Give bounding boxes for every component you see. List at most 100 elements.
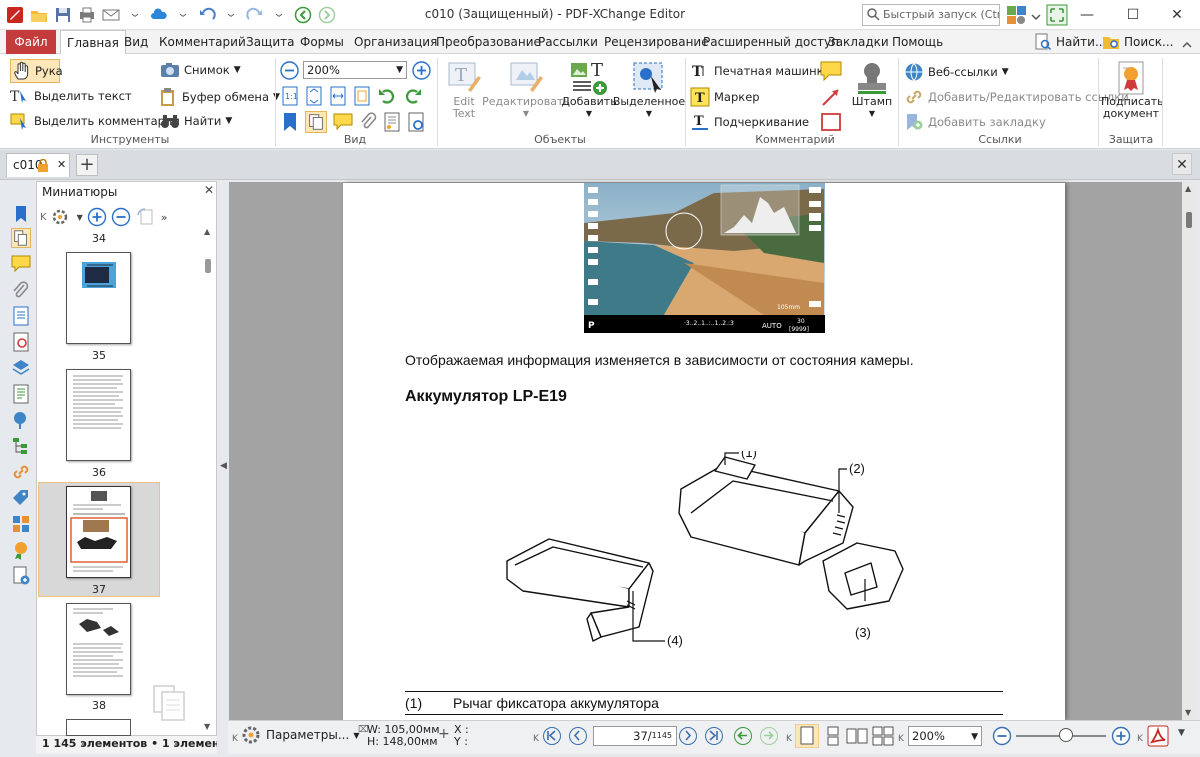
rectangle-button[interactable] <box>820 112 842 135</box>
bookmark-icon[interactable] <box>281 112 299 132</box>
zoom-out-icon[interactable] <box>992 726 1012 746</box>
search-panel-icon[interactable] <box>11 332 31 352</box>
forward-view-button[interactable] <box>760 727 778 745</box>
rotate-right-icon[interactable] <box>403 86 423 106</box>
tab-protect[interactable]: Защита <box>240 30 301 54</box>
content-panel-icon[interactable] <box>11 384 31 404</box>
facing-continuous-icon[interactable] <box>872 726 894 746</box>
destinations-icon[interactable] <box>11 410 31 430</box>
last-page-button[interactable] <box>705 727 723 745</box>
comments-panel-icon[interactable] <box>333 113 353 131</box>
arrow-button[interactable] <box>820 86 842 111</box>
tab-file[interactable]: Файл <box>6 30 56 54</box>
find-menu-button[interactable]: Найти... <box>1034 33 1106 51</box>
scroll-down-icon[interactable]: ▼ <box>204 722 210 731</box>
tab-view[interactable]: Вид <box>118 30 154 54</box>
thumbnail-page-36[interactable] <box>66 369 131 461</box>
page-add-icon[interactable] <box>11 566 31 586</box>
snapshot-button[interactable]: Снимок ▼ <box>160 62 241 78</box>
scroll-thumb[interactable] <box>205 259 211 273</box>
back-view-button[interactable] <box>734 727 752 745</box>
scroll-up-icon[interactable]: ▲ <box>204 227 210 236</box>
sign-document-button[interactable]: Подписать документ <box>1101 60 1164 120</box>
print-icon[interactable] <box>76 4 98 26</box>
first-page-button[interactable] <box>543 727 561 745</box>
rotate-pages-icon[interactable] <box>135 207 157 227</box>
search-menu-button[interactable]: Поиск... <box>1102 33 1173 51</box>
page-settings-icon[interactable] <box>407 112 425 132</box>
rotate-left-icon[interactable] <box>377 86 397 106</box>
scroll-down-icon[interactable]: ▼ <box>1185 708 1191 717</box>
thumbnails-panel-icon[interactable] <box>11 228 31 248</box>
tab-mailings[interactable]: Рассылки <box>532 30 604 54</box>
enlarge-thumbnails-icon[interactable] <box>87 207 107 227</box>
fit-page-icon[interactable] <box>305 86 323 106</box>
stamp-button[interactable]: Штамп ▼ <box>849 60 895 120</box>
bookmarks-panel-icon[interactable] <box>11 204 31 224</box>
document-scrollbar[interactable]: ▲ ▼ <box>1182 182 1197 720</box>
collapse-ribbon-icon[interactable] <box>1182 38 1192 52</box>
fit-width-icon[interactable] <box>329 86 347 106</box>
tab-home[interactable]: Главная <box>60 30 126 55</box>
typewriter-button[interactable]: T Печатная машинка <box>690 62 831 80</box>
pdf-page[interactable]: 105mm P ·3..2..1..:..1..2.:3 AUTO 30 [99… <box>343 183 1065 720</box>
thumbnails-scrollbar[interactable]: ▲ ▼ <box>202 227 214 731</box>
open-folder-icon[interactable] <box>28 4 50 26</box>
chevron-down-icon[interactable]: ▼ <box>1178 728 1185 738</box>
select-comments-button[interactable]: Выделить комментарии <box>10 112 180 130</box>
options-button[interactable]: Параметры... ▼ <box>240 724 359 746</box>
cloud-icon[interactable] <box>148 4 170 26</box>
status-zoom-select[interactable]: 200% ▼ <box>908 726 982 746</box>
new-tab-button[interactable]: + <box>76 154 98 176</box>
close-pane-icon[interactable]: ✕ <box>204 183 214 197</box>
properties-panel-icon[interactable] <box>383 112 401 132</box>
fit-visible-icon[interactable] <box>353 86 371 106</box>
add-button[interactable]: T Добавить ▼ <box>561 60 616 120</box>
tab-convert[interactable]: Преобразование <box>430 30 547 54</box>
comments-list-icon[interactable] <box>11 254 31 274</box>
forward-icon[interactable] <box>316 4 338 26</box>
tab-organize[interactable]: Организация <box>348 30 443 54</box>
next-page-button[interactable] <box>679 727 697 745</box>
document-properties-icon[interactable] <box>11 306 31 326</box>
collapse-pane-icon[interactable]: ◀ <box>220 461 227 471</box>
select-text-button[interactable]: T Выделить текст <box>10 87 132 105</box>
zoom-select[interactable]: 200% ▼ <box>303 61 407 79</box>
chevron-down-icon[interactable]: ▼ <box>77 213 83 222</box>
underline-button[interactable]: T Подчеркивание <box>690 112 809 132</box>
marker-button[interactable]: T Маркер <box>690 87 760 107</box>
clipboard-button[interactable]: Буфер обмена ▼ <box>158 87 280 107</box>
overflow-chevron-icon[interactable]: » <box>161 211 168 224</box>
reduce-thumbnails-icon[interactable] <box>111 207 131 227</box>
add-edit-links-button[interactable]: Добавить/Редактировать ссылки <box>904 87 1129 107</box>
thumbnail-page-39[interactable] <box>66 719 131 736</box>
page-number-input[interactable]: 37/1145 <box>593 726 677 746</box>
hand-tool-button[interactable]: Рука <box>10 59 63 83</box>
fields-icon[interactable] <box>11 514 31 534</box>
app-logo-icon[interactable] <box>4 4 26 26</box>
document-tab[interactable]: с010 ✕ <box>6 153 70 177</box>
add-bookmark-button[interactable]: Добавить закладку <box>904 112 1046 132</box>
redo-icon[interactable] <box>244 4 266 26</box>
attachments-panel-icon[interactable] <box>11 280 31 300</box>
zoom-slider-thumb[interactable] <box>1059 728 1073 742</box>
tab-help[interactable]: Помощь <box>886 30 949 54</box>
undo-icon[interactable] <box>196 4 218 26</box>
layers-panel-icon[interactable] <box>11 358 31 378</box>
thumbnail-page-38[interactable] <box>66 603 131 695</box>
tab-bookmarks[interactable]: Закладки <box>822 30 895 54</box>
scroll-up-icon[interactable]: ▲ <box>1185 184 1191 193</box>
sticky-note-button[interactable] <box>820 60 842 85</box>
pane-splitter[interactable]: ◀ <box>217 181 227 736</box>
email-icon[interactable] <box>100 4 122 26</box>
zoom-in-button[interactable] <box>412 61 431 83</box>
quick-launch-input[interactable]: Быстрый запуск (Ctrl... <box>862 4 1000 26</box>
back-icon[interactable] <box>292 4 314 26</box>
zoom-in-icon[interactable] <box>1111 726 1131 746</box>
minimize-button[interactable]: — <box>1064 0 1110 30</box>
maximize-button[interactable]: ☐ <box>1110 0 1156 30</box>
thumbnail-page-37[interactable] <box>66 486 131 578</box>
signatures-icon[interactable] <box>11 540 31 560</box>
tab-forms[interactable]: Формы <box>294 30 350 54</box>
close-document-button[interactable]: ✕ <box>1172 153 1192 175</box>
